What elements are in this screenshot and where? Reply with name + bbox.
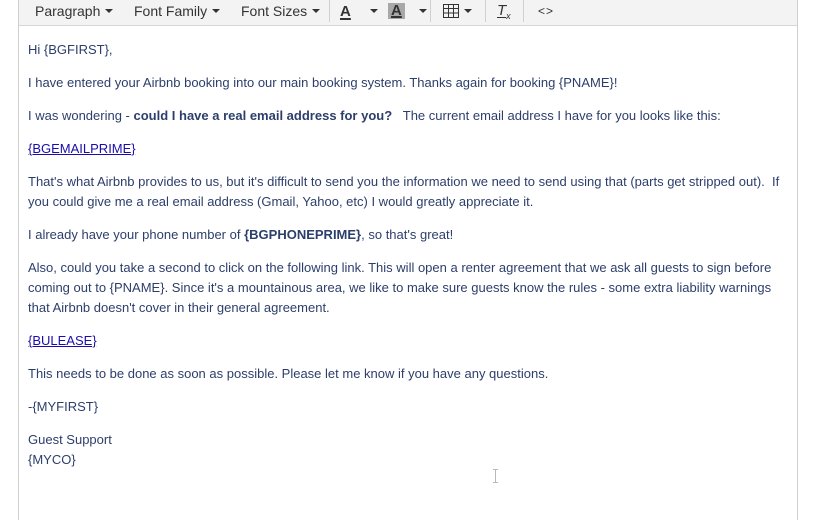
greeting-line: Hi {BGFIRST}, — [28, 42, 113, 57]
editor-toolbar: Paragraph Font Family Font Sizes A A Tx … — [19, 0, 797, 26]
lease-link-line: {BULEASE} — [28, 331, 793, 351]
paragraph-line: you could give me a real email address (… — [28, 194, 534, 209]
bold-question: could I have a real email address for yo… — [133, 108, 393, 123]
chevron-down-icon — [419, 9, 427, 13]
table-button[interactable] — [443, 0, 472, 22]
signature-company: {MYCO} — [28, 452, 76, 467]
paragraph-text: I already have your phone number of — [28, 227, 245, 242]
toolbar-separator — [329, 0, 330, 22]
paragraph-text: I was wondering - — [28, 108, 134, 123]
text-color-icon: A — [340, 2, 351, 20]
source-code-button[interactable]: <> — [538, 0, 554, 22]
toolbar-separator — [430, 0, 431, 22]
chevron-down-icon — [212, 9, 221, 13]
text-cursor-icon — [493, 469, 498, 483]
font-sizes-label: Font Sizes — [241, 3, 308, 19]
email-placeholder-link[interactable]: {BGEMAILPRIME} — [28, 141, 136, 156]
text-color-dropdown[interactable] — [365, 0, 378, 22]
paragraph-line: coming out to {PNAME}. Since it's a moun… — [28, 280, 772, 295]
signoff-line: -{MYFIRST} — [28, 399, 99, 414]
font-family-dropdown[interactable]: Font Family — [134, 0, 221, 22]
background-color-icon: A — [388, 3, 405, 19]
email-link-line: {BGEMAILPRIME} — [28, 139, 793, 159]
font-family-label: Font Family — [134, 3, 208, 19]
toolbar-separator — [485, 0, 486, 22]
clear-formatting-icon: Tx — [497, 2, 511, 21]
table-icon — [443, 4, 459, 18]
chevron-down-icon — [105, 9, 114, 13]
paragraph-format-dropdown[interactable]: Paragraph — [35, 0, 114, 22]
paragraph-label: Paragraph — [35, 3, 101, 19]
signature-title: Guest Support — [28, 432, 112, 447]
chevron-down-icon — [464, 9, 472, 13]
body-paragraph: I have entered your Airbnb booking into … — [28, 75, 618, 90]
paragraph-text: The current email address I have for you… — [392, 108, 721, 123]
clear-formatting-button[interactable]: Tx — [497, 0, 511, 22]
body-paragraph: I was wondering - could I have a real em… — [28, 106, 793, 126]
paragraph-text: , so that's great! — [361, 227, 454, 242]
body-paragraph: That's what Airbnb provides to us, but i… — [28, 172, 793, 212]
clear-format-glyph: T — [497, 1, 507, 19]
lease-placeholder-link[interactable]: {BULEASE} — [28, 333, 97, 348]
text-color-button[interactable]: A — [340, 0, 351, 22]
body-paragraph: Also, could you take a second to click o… — [28, 258, 793, 318]
paragraph-line: Also, could you take a second to click o… — [28, 260, 772, 275]
paragraph-line: That's what Airbnb provides to us, but i… — [28, 174, 780, 189]
background-color-dropdown[interactable] — [414, 0, 427, 22]
chevron-down-icon — [370, 9, 378, 13]
clear-format-sub: x — [506, 10, 511, 21]
editor-frame: Paragraph Font Family Font Sizes A A Tx … — [18, 0, 798, 520]
body-paragraph: This needs to be done as soon as possibl… — [28, 366, 549, 381]
background-color-button[interactable]: A — [388, 0, 405, 22]
source-code-icon: <> — [538, 4, 555, 18]
signature-block: Guest Support {MYCO} — [28, 430, 793, 470]
paragraph-line: that Airbnb doesn't cover in their gener… — [28, 300, 330, 315]
bold-phone: {BGPHONEPRIME} — [244, 227, 362, 242]
chevron-down-icon — [312, 9, 321, 13]
body-paragraph: I already have your phone number of {BGP… — [28, 225, 793, 245]
font-sizes-dropdown[interactable]: Font Sizes — [241, 0, 321, 22]
toolbar-separator — [523, 0, 524, 22]
